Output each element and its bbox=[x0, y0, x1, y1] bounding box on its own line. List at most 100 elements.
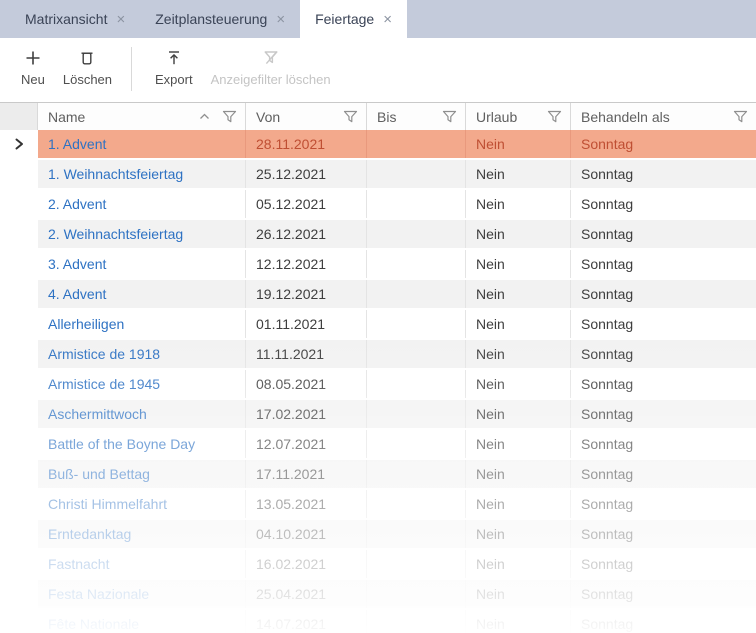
column-header-urlaub[interactable]: Urlaub bbox=[466, 103, 571, 130]
urlaub-cell: Nein bbox=[466, 160, 571, 188]
close-icon[interactable]: × bbox=[116, 12, 125, 27]
table-row[interactable]: Buß- und Bettag 17.11.2021 Nein Sonntag bbox=[0, 460, 756, 490]
bis-cell bbox=[367, 190, 466, 218]
holiday-name-link[interactable]: 1. Advent bbox=[38, 130, 246, 158]
delete-button[interactable]: Löschen bbox=[54, 47, 121, 87]
holiday-name-link[interactable]: Erntedanktag bbox=[38, 520, 246, 548]
row-selector[interactable] bbox=[0, 430, 38, 458]
row-selector[interactable] bbox=[0, 190, 38, 218]
bis-cell bbox=[367, 460, 466, 488]
row-selector[interactable] bbox=[0, 520, 38, 548]
table-row[interactable]: Allerheiligen 01.11.2021 Nein Sonntag bbox=[0, 310, 756, 340]
filter-funnel-icon[interactable] bbox=[442, 110, 457, 123]
holiday-name-link[interactable]: Aschermittwoch bbox=[38, 400, 246, 428]
behandeln-als-cell: Sonntag bbox=[571, 490, 756, 518]
behandeln-als-cell: Sonntag bbox=[571, 580, 756, 608]
urlaub-cell: Nein bbox=[466, 190, 571, 218]
holiday-name-link[interactable]: Allerheiligen bbox=[38, 310, 246, 338]
holiday-name-link[interactable]: Armistice de 1945 bbox=[38, 370, 246, 398]
column-label: Bis bbox=[377, 109, 396, 125]
bis-cell bbox=[367, 370, 466, 398]
bis-cell bbox=[367, 250, 466, 278]
urlaub-cell: Nein bbox=[466, 340, 571, 368]
row-selector[interactable] bbox=[0, 160, 38, 188]
table-row[interactable]: Fête Nationale 14.07.2021 Nein Sonntag bbox=[0, 610, 756, 633]
table-row[interactable]: Battle of the Boyne Day 12.07.2021 Nein … bbox=[0, 430, 756, 460]
table-row[interactable]: 1. Advent 28.11.2021 Nein Sonntag bbox=[0, 130, 756, 160]
table-row[interactable]: Fastnacht 16.02.2021 Nein Sonntag bbox=[0, 550, 756, 580]
row-selector[interactable] bbox=[0, 550, 38, 578]
row-selector[interactable] bbox=[0, 220, 38, 248]
behandeln-als-cell: Sonntag bbox=[571, 160, 756, 188]
column-label: Behandeln als bbox=[581, 109, 670, 125]
table-row[interactable]: 3. Advent 12.12.2021 Nein Sonntag bbox=[0, 250, 756, 280]
von-cell: 16.02.2021 bbox=[246, 550, 367, 578]
von-cell: 17.02.2021 bbox=[246, 400, 367, 428]
table-row[interactable]: Armistice de 1945 08.05.2021 Nein Sonnta… bbox=[0, 370, 756, 400]
von-cell: 12.07.2021 bbox=[246, 430, 367, 458]
filter-funnel-icon[interactable] bbox=[343, 110, 358, 123]
filter-funnel-icon[interactable] bbox=[222, 110, 237, 123]
row-selector[interactable] bbox=[0, 130, 38, 158]
row-selector[interactable] bbox=[0, 610, 38, 633]
table-row[interactable]: Erntedanktag 04.10.2021 Nein Sonntag bbox=[0, 520, 756, 550]
holiday-name-link[interactable]: Battle of the Boyne Day bbox=[38, 430, 246, 458]
holiday-name-link[interactable]: Fastnacht bbox=[38, 550, 246, 578]
holiday-name-link[interactable]: 2. Weihnachtsfeiertag bbox=[38, 220, 246, 248]
holiday-name-link[interactable]: 4. Advent bbox=[38, 280, 246, 308]
row-selector[interactable] bbox=[0, 340, 38, 368]
export-button[interactable]: Export bbox=[146, 47, 202, 87]
tab-matrixansicht[interactable]: Matrixansicht × bbox=[10, 0, 140, 38]
column-header-behandeln-als[interactable]: Behandeln als bbox=[571, 103, 756, 130]
holiday-name-link[interactable]: Festa Nazionale bbox=[38, 580, 246, 608]
urlaub-cell: Nein bbox=[466, 400, 571, 428]
holiday-name-link[interactable]: 1. Weihnachtsfeiertag bbox=[38, 160, 246, 188]
bis-cell bbox=[367, 550, 466, 578]
row-selector[interactable] bbox=[0, 370, 38, 398]
tab-feiertage[interactable]: Feiertage × bbox=[300, 0, 407, 38]
holiday-name-link[interactable]: Buß- und Bettag bbox=[38, 460, 246, 488]
holiday-name-link[interactable]: Armistice de 1918 bbox=[38, 340, 246, 368]
von-cell: 13.05.2021 bbox=[246, 490, 367, 518]
table-row[interactable]: 1. Weihnachtsfeiertag 25.12.2021 Nein So… bbox=[0, 160, 756, 190]
urlaub-cell: Nein bbox=[466, 370, 571, 398]
filter-funnel-icon[interactable] bbox=[547, 110, 562, 123]
holiday-name-link[interactable]: Christi Himmelfahrt bbox=[38, 490, 246, 518]
close-icon[interactable]: × bbox=[276, 12, 285, 27]
table-row[interactable]: Festa Nazionale 25.04.2021 Nein Sonntag bbox=[0, 580, 756, 610]
table-row[interactable]: Armistice de 1918 11.11.2021 Nein Sonnta… bbox=[0, 340, 756, 370]
toolbar-separator bbox=[131, 47, 132, 91]
holiday-name-link[interactable]: 3. Advent bbox=[38, 250, 246, 278]
row-selector[interactable] bbox=[0, 250, 38, 278]
urlaub-cell: Nein bbox=[466, 280, 571, 308]
table-row[interactable]: Aschermittwoch 17.02.2021 Nein Sonntag bbox=[0, 400, 756, 430]
bis-cell bbox=[367, 580, 466, 608]
urlaub-cell: Nein bbox=[466, 250, 571, 278]
column-header-bis[interactable]: Bis bbox=[367, 103, 466, 130]
clear-display-filter-button[interactable]: Anzeigefilter löschen bbox=[202, 47, 340, 87]
new-button[interactable]: Neu bbox=[12, 47, 54, 87]
holiday-name-link[interactable]: 2. Advent bbox=[38, 190, 246, 218]
urlaub-cell: Nein bbox=[466, 310, 571, 338]
trash-icon bbox=[78, 47, 96, 69]
row-selector[interactable] bbox=[0, 310, 38, 338]
table-row[interactable]: Christi Himmelfahrt 13.05.2021 Nein Sonn… bbox=[0, 490, 756, 520]
tab-zeitplansteuerung[interactable]: Zeitplansteuerung × bbox=[140, 0, 300, 38]
close-icon[interactable]: × bbox=[383, 12, 392, 27]
table-row[interactable]: 2. Weihnachtsfeiertag 26.12.2021 Nein So… bbox=[0, 220, 756, 250]
filter-funnel-icon[interactable] bbox=[733, 110, 748, 123]
holiday-name-link[interactable]: Fête Nationale bbox=[38, 610, 246, 633]
column-header-von[interactable]: Von bbox=[246, 103, 367, 130]
bis-cell bbox=[367, 310, 466, 338]
table-row[interactable]: 4. Advent 19.12.2021 Nein Sonntag bbox=[0, 280, 756, 310]
von-cell: 19.12.2021 bbox=[246, 280, 367, 308]
row-selector[interactable] bbox=[0, 280, 38, 308]
row-selector[interactable] bbox=[0, 400, 38, 428]
row-selector[interactable] bbox=[0, 580, 38, 608]
table-row[interactable]: 2. Advent 05.12.2021 Nein Sonntag bbox=[0, 190, 756, 220]
bis-cell bbox=[367, 160, 466, 188]
bis-cell bbox=[367, 490, 466, 518]
row-selector[interactable] bbox=[0, 460, 38, 488]
column-header-name[interactable]: Name bbox=[38, 103, 246, 130]
row-selector[interactable] bbox=[0, 490, 38, 518]
